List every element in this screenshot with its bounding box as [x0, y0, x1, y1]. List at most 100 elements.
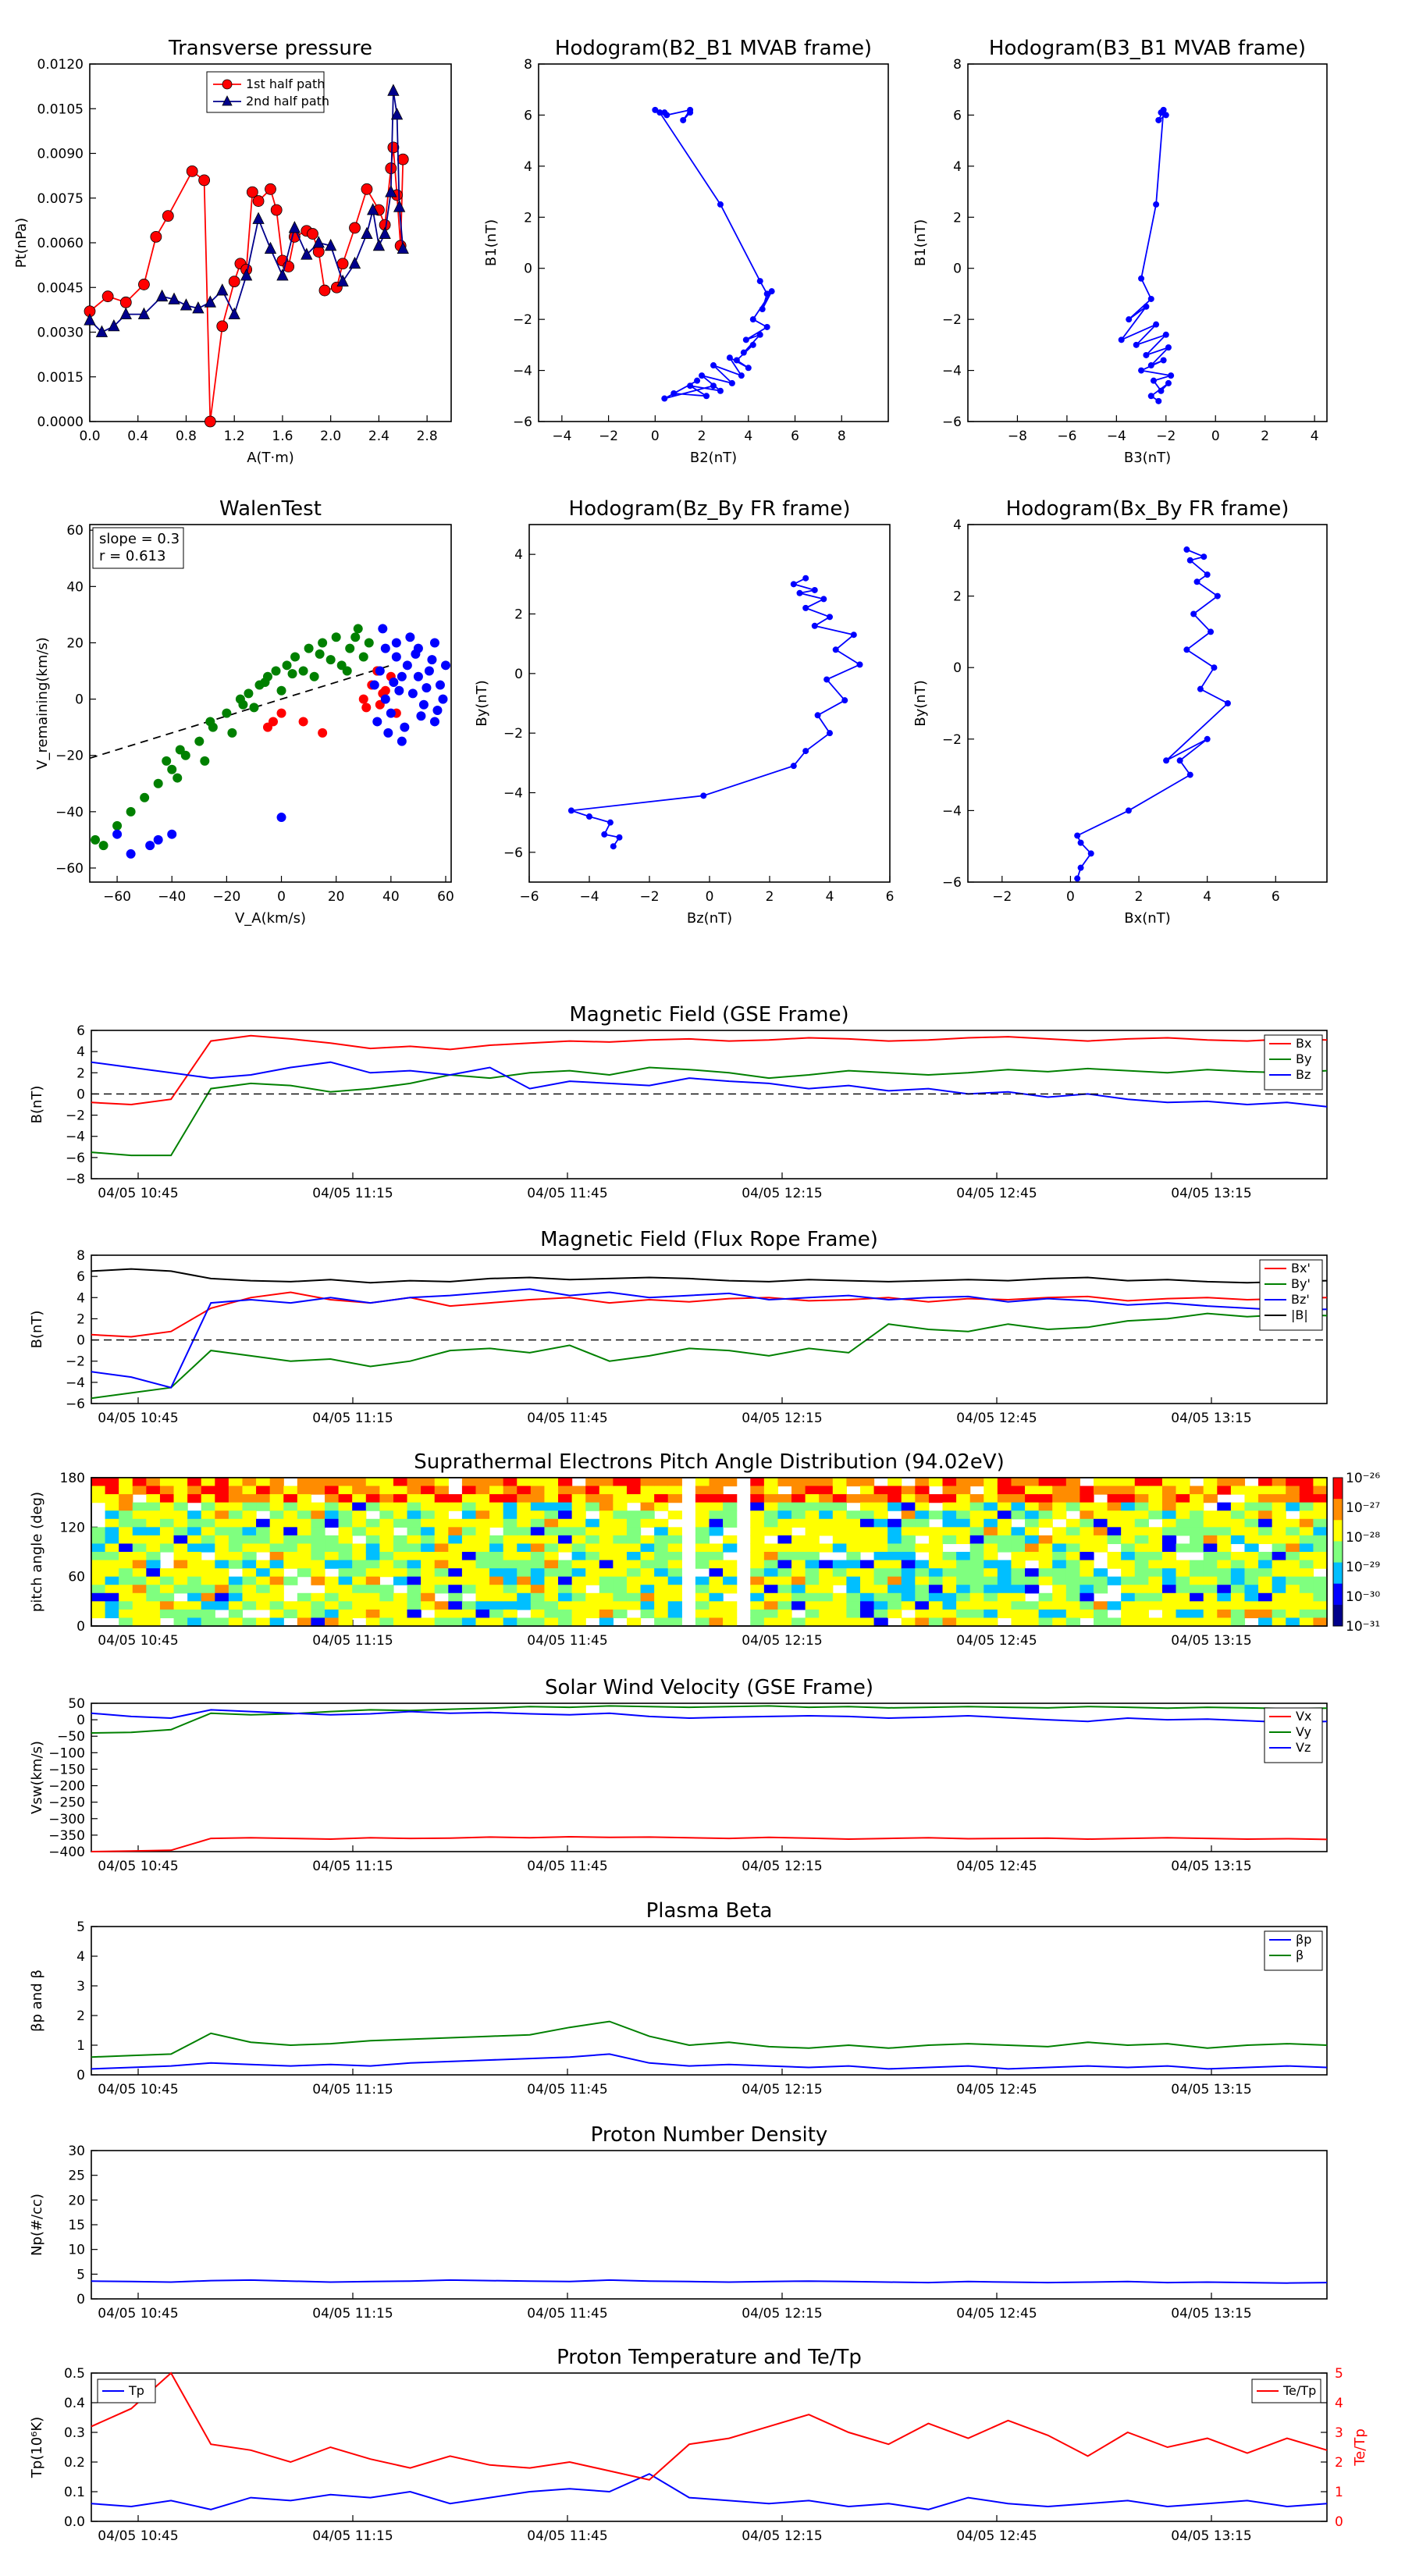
- x-axis-label: A(T·m): [247, 450, 294, 466]
- heatmap-cell: [571, 1568, 586, 1578]
- time-tick-label: 04/05 10:45: [98, 1859, 178, 1874]
- colorbar-segment: [1333, 1583, 1343, 1606]
- heatmap-cell: [352, 1552, 367, 1561]
- annotation-text: slope = 0.3: [99, 531, 180, 547]
- heatmap-cell: [1052, 1543, 1067, 1553]
- heatmap-cell: [723, 1617, 738, 1627]
- heatmap-cell: [846, 1601, 861, 1610]
- heatmap-cell: [1065, 1617, 1080, 1627]
- heatmap-cell: [1025, 1585, 1040, 1594]
- heatmap-cell: [571, 1560, 586, 1569]
- heatmap-cell: [187, 1535, 202, 1545]
- heatmap-cell: [558, 1609, 573, 1619]
- heatmap-cell: [407, 1601, 422, 1610]
- heatmap-cell: [1299, 1568, 1314, 1578]
- heatmap-cell: [119, 1485, 133, 1495]
- time-tick-label: 04/05 12:15: [742, 2082, 822, 2097]
- heatmap-cell: [791, 1592, 806, 1602]
- heatmap-cell: [338, 1592, 353, 1602]
- heatmap-cell: [434, 1543, 449, 1553]
- heatmap-cell: [846, 1494, 861, 1503]
- heatmap-cell: [434, 1478, 449, 1487]
- heatmap-cell: [338, 1576, 353, 1585]
- heatmap-cell: [91, 1568, 106, 1578]
- legend-entry: Bz: [1296, 1067, 1311, 1082]
- heatmap-cell: [132, 1576, 147, 1585]
- y-tick-label: −2: [503, 726, 523, 742]
- hodogram-point: [1150, 377, 1157, 384]
- heatmap-cell: [352, 1560, 367, 1569]
- heatmap-cell: [159, 1592, 175, 1602]
- heatmap-cell: [544, 1502, 559, 1511]
- heatmap-cell: [325, 1601, 340, 1610]
- scatter-point: [222, 708, 232, 718]
- heatmap-cell: [558, 1560, 573, 1569]
- heatmap-cell: [1286, 1609, 1300, 1619]
- heatmap-cell: [256, 1585, 271, 1594]
- heatmap-cell: [984, 1485, 998, 1495]
- heatmap-cell: [640, 1510, 655, 1520]
- scatter-point: [424, 666, 434, 676]
- colorbar-segment: [1333, 1520, 1343, 1542]
- heatmap-cell: [1080, 1535, 1094, 1545]
- heatmap-cell: [1052, 1478, 1067, 1487]
- heatmap-cell: [228, 1617, 244, 1627]
- heatmap-cell: [1258, 1592, 1273, 1602]
- heatmap-cell: [1176, 1510, 1190, 1520]
- x-tick-label: −6: [1057, 429, 1076, 444]
- heatmap-cell: [173, 1568, 188, 1578]
- heatmap-cell: [1313, 1535, 1328, 1545]
- hodogram-point: [756, 278, 763, 285]
- heatmap-cell: [887, 1601, 902, 1610]
- heatmap-cell: [599, 1617, 614, 1627]
- heatmap-cell: [1190, 1535, 1204, 1545]
- heatmap-cell: [448, 1601, 463, 1610]
- heatmap-cell: [159, 1478, 175, 1487]
- heatmap-cell: [750, 1543, 765, 1553]
- heatmap-cell: [365, 1543, 380, 1553]
- heatmap-cell: [1203, 1485, 1218, 1495]
- heatmap-cell: [1038, 1609, 1053, 1619]
- heatmap-cell: [503, 1585, 518, 1594]
- heatmap-cell: [654, 1527, 669, 1536]
- heatmap-cell: [1190, 1592, 1204, 1602]
- heatmap-cell: [530, 1585, 546, 1594]
- scatter-point: [353, 624, 363, 634]
- heatmap-cell: [1134, 1560, 1149, 1569]
- heatmap-cell: [928, 1552, 944, 1561]
- heatmap-cell: [1176, 1494, 1190, 1503]
- heatmap-cell: [1065, 1576, 1080, 1585]
- heatmap-cell: [1107, 1560, 1122, 1569]
- heatmap-cell: [297, 1485, 312, 1495]
- heatmap-cell: [1052, 1485, 1067, 1495]
- heatmap-cell: [942, 1585, 957, 1594]
- heatmap-cell: [132, 1601, 147, 1610]
- y-tick-label: −2: [513, 312, 532, 328]
- scatter-point: [358, 652, 368, 662]
- heatmap-cell: [599, 1585, 614, 1594]
- heatmap-cell: [1161, 1510, 1177, 1520]
- time-tick-label: 04/05 12:45: [956, 1633, 1037, 1649]
- heatmap-cell: [256, 1592, 271, 1602]
- heatmap-cell: [859, 1510, 875, 1520]
- y-tick-label: 0.0075: [37, 191, 84, 207]
- heatmap-cell: [1313, 1601, 1328, 1610]
- heatmap-cell: [791, 1494, 806, 1503]
- heatmap-cell: [379, 1609, 394, 1619]
- chart-title: Magnetic Field (Flux Rope Frame): [540, 1228, 878, 1251]
- heatmap-cell: [544, 1560, 559, 1569]
- y-tick-label: −40: [55, 805, 84, 820]
- heatmap-cell: [763, 1518, 779, 1528]
- heatmap-cell: [146, 1485, 161, 1495]
- heatmap-cell: [667, 1576, 682, 1585]
- x-tick-label: −8: [1008, 429, 1027, 444]
- heatmap-cell: [819, 1568, 834, 1578]
- heatmap-cell: [1148, 1535, 1163, 1545]
- heatmap-cell: [763, 1527, 779, 1536]
- heatmap-cell: [942, 1535, 957, 1545]
- data-point-circle: [198, 174, 211, 187]
- heatmap-cell: [599, 1601, 614, 1610]
- heatmap-cell: [1176, 1560, 1190, 1569]
- heatmap-cell: [1176, 1543, 1190, 1553]
- heatmap-cell: [1134, 1510, 1149, 1520]
